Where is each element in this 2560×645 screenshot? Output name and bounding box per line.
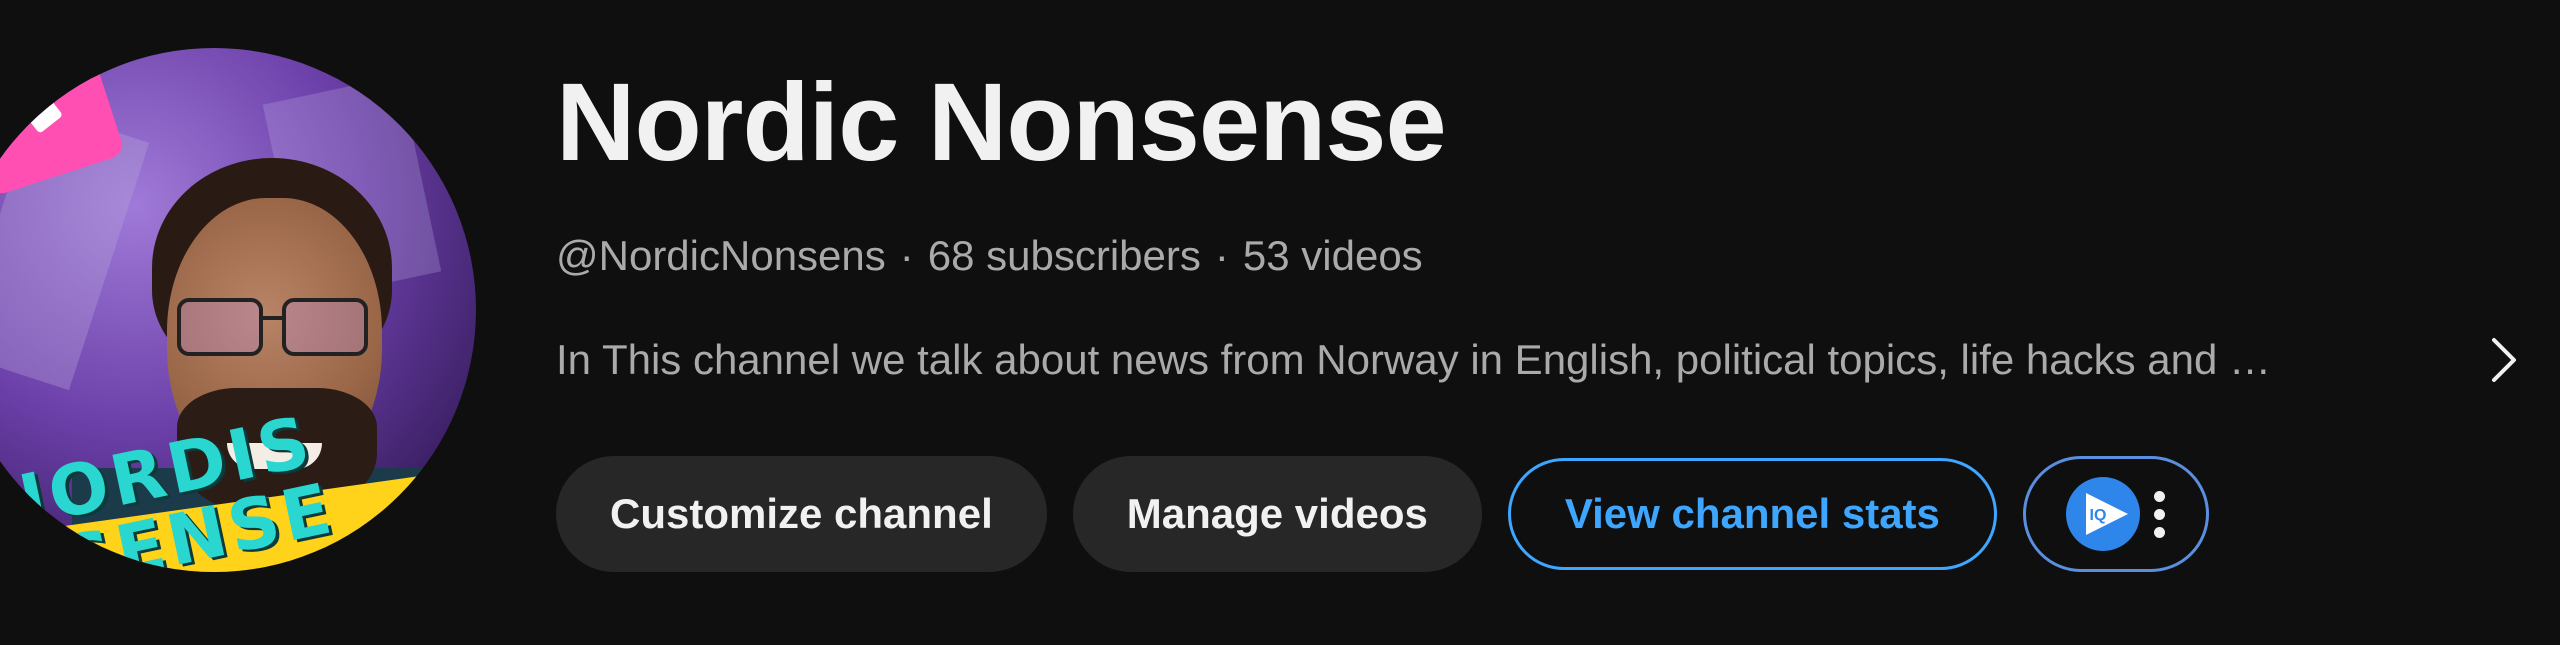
meta-separator: · [1214, 232, 1229, 279]
channel-description[interactable]: In This channel we talk about news from … [556, 332, 2436, 388]
meta-separator: · [899, 232, 914, 279]
subscriber-count: 68 subscribers [927, 232, 1201, 279]
channel-actions: Customize channel Manage videos View cha… [556, 456, 2209, 572]
view-channel-stats-button[interactable]: View channel stats [1507, 458, 1997, 570]
chevron-right-icon[interactable] [2480, 330, 2528, 390]
more-vertical-icon[interactable] [2154, 490, 2166, 538]
avatar-glasses-left [177, 298, 263, 356]
avatar-glasses-right [282, 298, 368, 356]
video-count: 53 videos [1242, 232, 1423, 279]
manage-videos-button[interactable]: Manage videos [1072, 456, 1482, 572]
channel-avatar[interactable]: NORDIS NSENSE [0, 48, 476, 572]
avatar-glasses-bridge [259, 316, 283, 320]
avatar-logo-text: NORDIS NSENSE [0, 400, 342, 572]
vidiq-icon-text: IQ [2090, 507, 2107, 524]
channel-title: Nordic Nonsense [556, 61, 1447, 184]
extension-menu-button[interactable]: IQ [2022, 456, 2209, 572]
channel-meta: @NordicNonsens · 68 subscribers · 53 videos [556, 228, 1423, 284]
vidiq-icon: IQ [2066, 477, 2141, 551]
channel-handle: @NordicNonsens [556, 232, 886, 279]
customize-channel-button[interactable]: Customize channel [556, 456, 1047, 572]
channel-header: NORDIS NSENSE Nordic Nonsense @NordicNon… [0, 0, 2560, 645]
